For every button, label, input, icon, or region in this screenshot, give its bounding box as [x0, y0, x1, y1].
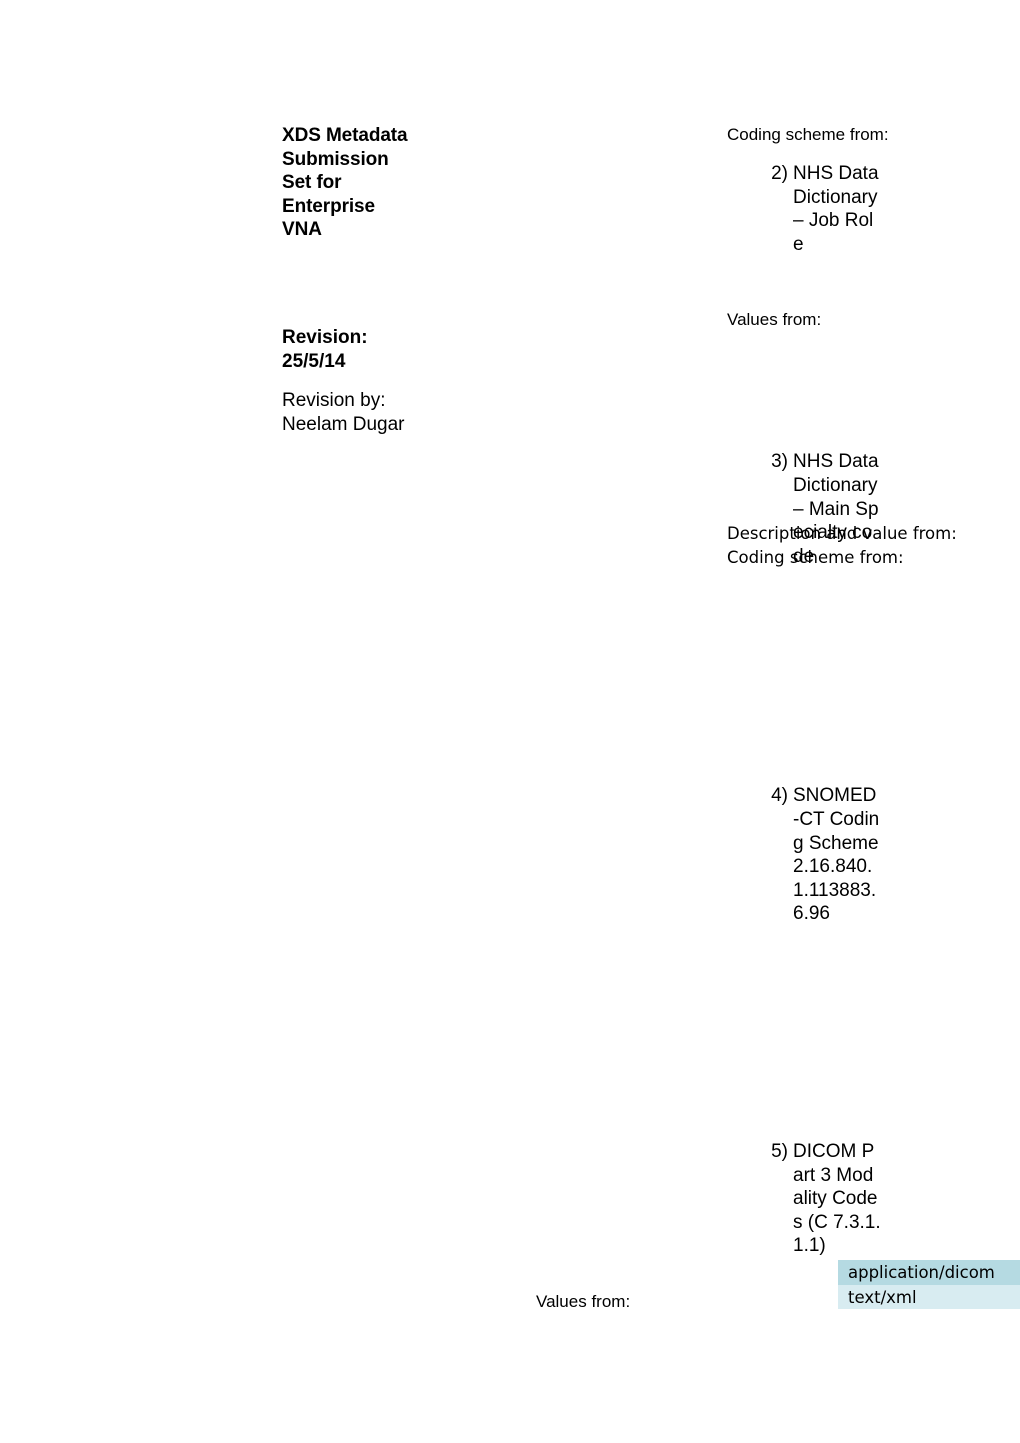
list-item: 4) SNOMED-CT Coding Scheme 2.16.840.1.11… — [760, 784, 881, 926]
list-item-marker: 4) — [771, 785, 788, 807]
list-item-label: NHS Data Dictionary – Job Role — [793, 163, 879, 255]
caption-coding-scheme-from-2: Coding scheme from: — [727, 548, 904, 567]
list-item-marker: 3) — [771, 451, 788, 473]
revision-author-block: Revision by: Neelam Dugar — [282, 389, 427, 437]
list-item-marker: 5) — [771, 1140, 788, 1162]
document-title-block: XDS Metadata Submission Set for Enterpri… — [282, 124, 417, 242]
list-item: 2) NHS Data Dictionary – Job Role — [760, 162, 881, 256]
caption-values-from-2: Values from: — [536, 1292, 631, 1311]
page-title: XDS Metadata Submission Set for Enterpri… — [282, 125, 408, 240]
list-item-label: DICOM Part 3 Modality Codes (C 7.3.1.1.1… — [793, 1140, 881, 1257]
list-item-label: SNOMED-CT Coding Scheme 2.16.840.1.11388… — [793, 785, 880, 925]
revision-author: Revision by: Neelam Dugar — [282, 390, 405, 435]
mime-type-text-xml: text/xml — [838, 1285, 1020, 1309]
mime-type-application-dicom: application/dicom — [838, 1260, 1020, 1285]
list-item-marker: 2) — [771, 163, 788, 184]
caption-description-and-value-from: Description and value from: — [727, 524, 957, 543]
document-page: XDS Metadata Submission Set for Enterpri… — [0, 0, 1020, 1443]
caption-values-from-1: Values from: — [727, 310, 822, 329]
list-item: 5) DICOM Part 3 Modality Codes (C 7.3.1.… — [760, 1140, 881, 1258]
revision-block: Revision: 25/5/14 — [282, 326, 427, 373]
caption-coding-scheme-from-1: Coding scheme from: — [727, 125, 889, 144]
revision-label: Revision: 25/5/14 — [282, 327, 368, 372]
